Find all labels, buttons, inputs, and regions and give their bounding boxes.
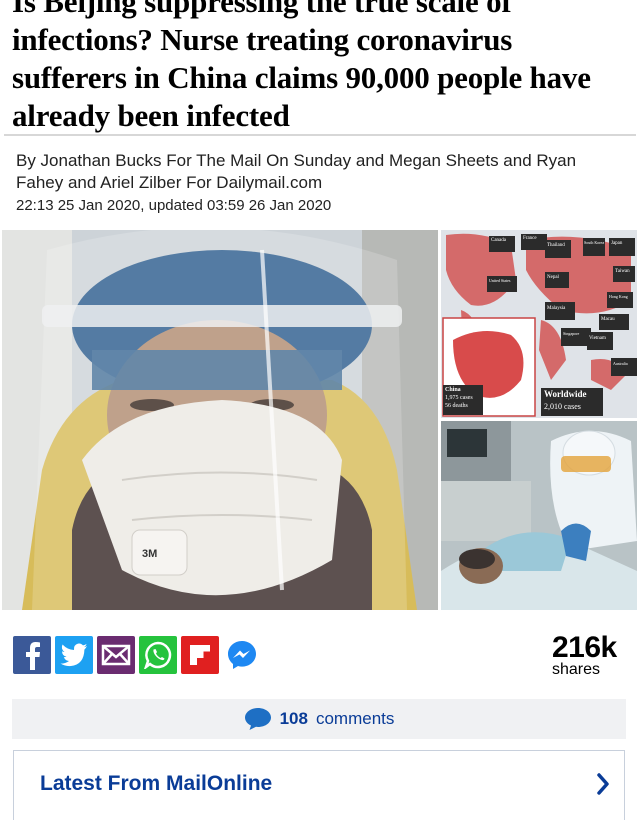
share-button-row — [13, 636, 261, 676]
headline-divider — [4, 134, 636, 136]
nurse-photo[interactable]: 3M — [2, 230, 438, 610]
map-worldwide-cases: 2,010 cases — [544, 402, 581, 411]
map-label-united-states: United States — [489, 278, 511, 283]
map-label-canada: Canada — [491, 238, 506, 243]
map-china-deaths: 56 deaths — [445, 403, 468, 409]
facebook-icon — [26, 642, 40, 670]
email-share-button[interactable] — [97, 636, 135, 674]
messenger-icon — [228, 641, 256, 669]
twitter-icon — [60, 643, 87, 667]
map-label-thailand: Thailand — [547, 243, 565, 248]
facebook-share-button[interactable] — [13, 636, 51, 674]
map-label-taiwan: Taiwan — [615, 269, 630, 274]
mask-brand-label: 3M — [142, 548, 158, 560]
latest-title: Latest From MailOnline — [40, 772, 273, 795]
whatsapp-icon — [144, 641, 172, 669]
coronavirus-map-infographic[interactable]: Canada France Thailand South Korea Japan… — [441, 230, 637, 418]
flipboard-icon — [190, 645, 210, 665]
article-headline: Is Beijing suppressing the true scale of… — [12, 0, 591, 133]
article-byline: By Jonathan Bucks For The Mail On Sunday… — [16, 151, 577, 192]
speech-bubble-icon — [244, 708, 271, 730]
map-label-australia: Australia — [613, 361, 628, 366]
latest-from-mailonline-panel[interactable]: Latest From MailOnline — [13, 750, 625, 820]
comments-count: 108 — [279, 709, 308, 728]
comments-button[interactable]: 108 comments — [12, 699, 626, 739]
twitter-share-button[interactable] — [55, 636, 93, 674]
map-label-singapore: Singapore — [563, 331, 580, 336]
nurse-illustration — [2, 230, 438, 610]
map-label-vietnam: Vietnam — [589, 336, 606, 341]
map-worldwide-label: Worldwide — [544, 389, 587, 399]
map-label-japan: Japan — [611, 241, 623, 246]
flipboard-share-button[interactable] — [181, 636, 219, 674]
world-map-graphic — [441, 230, 637, 418]
email-icon — [101, 644, 131, 666]
hospital-photo[interactable] — [441, 421, 637, 610]
chevron-right-icon — [597, 773, 609, 795]
hospital-illustration — [441, 421, 637, 610]
article-dateline: 22:13 25 Jan 2020, updated 03:59 26 Jan … — [16, 197, 332, 214]
map-label-malaysia: Malaysia — [547, 306, 566, 311]
comments-label: comments — [315, 709, 395, 728]
map-label-south-korea: South Korea — [584, 240, 605, 245]
map-label-hong-kong: Hong Kong — [609, 294, 628, 299]
map-label-nepal: Nepal — [547, 275, 559, 280]
map-label-macau: Macau — [601, 317, 615, 322]
share-count-label: shares — [552, 661, 601, 678]
map-china-cases: 1,975 cases — [445, 395, 473, 401]
messenger-share-button[interactable] — [223, 636, 261, 674]
whatsapp-share-button[interactable] — [139, 636, 177, 674]
map-label-france: France — [523, 236, 537, 241]
share-count: 216k — [552, 631, 617, 664]
map-china-label: China — [445, 387, 461, 393]
